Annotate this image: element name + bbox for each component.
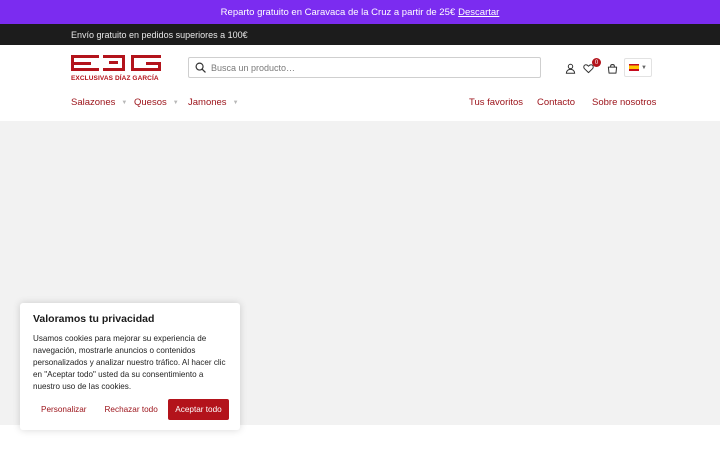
nav-item-favoritos[interactable]: Tus favoritos xyxy=(469,97,523,108)
promo-bar: Reparto gratuito en Caravaca de la Cruz … xyxy=(0,0,720,24)
nav-item-label: Quesos xyxy=(134,97,167,108)
edg-logo-icon xyxy=(71,55,161,71)
cookie-body: Usamos cookies para mejorar su experienc… xyxy=(33,334,226,391)
chevron-down-icon: ▼ xyxy=(232,99,239,106)
cookie-actions: Personalizar Rechazar todo Aceptar todo xyxy=(33,399,229,420)
shipping-bar: Envío gratuito en pedidos superiores a 1… xyxy=(0,24,720,45)
shipping-text: Envío gratuito en pedidos superiores a 1… xyxy=(71,29,248,40)
user-icon xyxy=(565,63,575,74)
reject-all-button[interactable]: Rechazar todo xyxy=(105,405,158,414)
chevron-down-icon: ▼ xyxy=(121,99,128,106)
search-input[interactable] xyxy=(211,62,531,73)
search-icon xyxy=(195,62,206,73)
bag-icon xyxy=(607,63,617,74)
cart-button[interactable] xyxy=(605,61,619,75)
site-header: EXCLUSIVAS DÍAZ GARCÍA 0 ▼ Salazones ▼ xyxy=(0,45,720,121)
nav-item-quesos[interactable]: Quesos ▼ xyxy=(134,97,179,108)
nav-item-jamones[interactable]: Jamones ▼ xyxy=(188,97,239,108)
customize-button[interactable]: Personalizar xyxy=(41,405,87,414)
language-selector[interactable]: ▼ xyxy=(624,58,652,77)
logo[interactable]: EXCLUSIVAS DÍAZ GARCÍA xyxy=(71,53,163,85)
accept-all-button[interactable]: Aceptar todo xyxy=(168,399,229,420)
nav-item-label: Salazones xyxy=(71,97,116,108)
nav-item-label: Jamones xyxy=(188,97,227,108)
logo-text: EXCLUSIVAS DÍAZ GARCÍA xyxy=(71,75,159,82)
search-bar[interactable] xyxy=(188,57,541,78)
dismiss-promo-link[interactable]: Descartar xyxy=(458,7,499,18)
chevron-down-icon: ▼ xyxy=(172,99,179,106)
chevron-down-icon: ▼ xyxy=(641,64,647,71)
nav-item-salazones[interactable]: Salazones ▼ xyxy=(71,97,127,108)
wishlist-count-badge: 0 xyxy=(592,58,601,67)
nav-item-sobre-nosotros[interactable]: Sobre nosotros xyxy=(592,97,656,108)
promo-text: Reparto gratuito en Caravaca de la Cruz … xyxy=(220,6,456,18)
cookie-consent-dialog: Valoramos tu privacidad Usamos cookies p… xyxy=(20,303,240,430)
spain-flag-icon xyxy=(629,64,640,71)
nav-item-contacto[interactable]: Contacto xyxy=(537,97,575,108)
account-button[interactable] xyxy=(563,61,577,75)
cookie-title: Valoramos tu privacidad xyxy=(33,313,155,325)
